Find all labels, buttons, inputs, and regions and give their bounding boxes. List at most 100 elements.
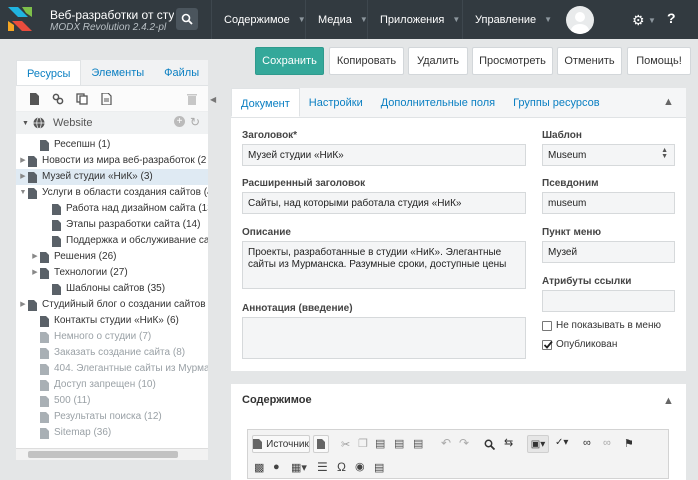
tree-node[interactable]: Этапы разработки сайта (14) — [16, 217, 208, 233]
replace-icon[interactable]: ⇆ — [504, 436, 515, 449]
paste-icon[interactable]: ▤ — [375, 437, 386, 450]
image-icon[interactable]: ▩ — [254, 461, 265, 474]
view-button[interactable]: Просмотреть — [472, 47, 553, 75]
longtitle-input[interactable]: Сайты, над которыми работала студия «НиК… — [242, 192, 526, 214]
flash-icon[interactable]: ● — [273, 461, 284, 473]
cut-icon[interactable]: ✂ — [341, 438, 352, 451]
menu-content[interactable]: Содержимое ▼ — [211, 0, 306, 39]
modx-logo-icon[interactable] — [6, 5, 34, 33]
tree-node-label: Доступ запрещен (10) — [54, 379, 156, 390]
iframe-globe-icon[interactable]: ◉ — [355, 460, 366, 473]
tree-node[interactable]: 500 (11) — [16, 393, 208, 409]
refresh-icon[interactable]: ↻ — [190, 115, 200, 129]
collapsed-arrow-icon[interactable]: ▶ — [30, 265, 40, 281]
tree-node-label: 500 (11) — [54, 395, 91, 406]
collapse-icon[interactable]: ▲ — [663, 395, 674, 407]
copy-button[interactable]: Копировать — [329, 47, 404, 75]
tree-node[interactable]: Шаблоны сайтов (35) — [16, 281, 208, 297]
context-website[interactable]: ▼ Website + ↻ — [16, 112, 208, 134]
site-title[interactable]: Веб-разработки от студи... — [50, 8, 174, 22]
tree-node[interactable]: Результаты поиска (12) — [16, 409, 208, 425]
menu-media[interactable]: Медиа ▼ — [305, 0, 368, 39]
unlink-icon[interactable]: ∞ — [603, 437, 614, 449]
tree-node[interactable]: Немного о студии (7) — [16, 329, 208, 345]
tab-files[interactable]: Файлы — [154, 60, 209, 85]
tab-settings[interactable]: Настройки — [300, 88, 372, 117]
tree-node[interactable]: ▶ Музей студии «НиК» (3) — [16, 169, 208, 185]
expanded-arrow-icon[interactable]: ▼ — [18, 185, 28, 201]
tab-resource-groups[interactable]: Группы ресурсов — [504, 88, 609, 117]
editor-toolbar: Источник ✂ ❐ ▤ ▤ ▤ ↶ ↷ ⇆ ▣▾ ✓▾ ∞ ∞ ⚑ ▩ ●… — [247, 429, 669, 479]
tree-node[interactable]: ▶ Решения (26) — [16, 249, 208, 265]
file-icon[interactable] — [100, 92, 112, 105]
source-button[interactable]: Источник — [252, 435, 310, 453]
link-icon[interactable]: ∞ — [583, 437, 594, 449]
add-icon[interactable]: + — [174, 116, 185, 127]
horizontal-line-icon[interactable]: ☰ — [317, 460, 328, 474]
published-checkbox[interactable]: Опубликован — [542, 339, 617, 350]
tree-node-label: Работа над дизайном сайта (13) — [66, 203, 208, 214]
page-icon-button[interactable] — [313, 435, 329, 453]
redo-icon[interactable]: ↷ — [459, 436, 470, 450]
title-input[interactable]: Музей студии «НиК» — [242, 144, 526, 166]
select-all-button[interactable]: ▣▾ — [527, 435, 549, 453]
collapsed-arrow-icon[interactable]: ▶ — [18, 297, 28, 313]
tree-node[interactable]: Ресепшн (1) — [16, 137, 208, 153]
hide-menu-checkbox[interactable]: Не показывать в меню — [542, 320, 661, 331]
copy-icon[interactable] — [76, 92, 88, 105]
tree-scrollbar[interactable] — [16, 448, 208, 460]
link-attributes-input[interactable] — [542, 290, 675, 312]
tab-document[interactable]: Документ — [231, 88, 300, 117]
anchor-flag-icon[interactable]: ⚑ — [624, 437, 635, 450]
introtext-input[interactable] — [242, 317, 526, 359]
caret-down-icon[interactable]: ▼ — [648, 16, 656, 25]
template-select[interactable]: Museum ▲ ▼ — [542, 144, 675, 166]
tree-node[interactable]: 404. Элегантные сайты из Мурманс — [16, 361, 208, 377]
help-icon[interactable]: ? — [667, 10, 676, 26]
tree-node[interactable]: Контакты студии «НиК» (6) — [16, 313, 208, 329]
tree-node[interactable]: ▶ Новости из мира веб-разработок (2 — [16, 153, 208, 169]
description-input[interactable]: Проекты, разработанные в студии «НиК». Э… — [242, 241, 526, 289]
scroll-thumb[interactable] — [28, 451, 178, 458]
tree-node[interactable]: Заказать создание сайта (8) — [16, 345, 208, 361]
spellcheck-icon[interactable]: ✓▾ — [555, 437, 568, 448]
find-icon[interactable] — [484, 439, 495, 450]
paste-word-icon[interactable]: ▤ — [413, 437, 424, 450]
delete-button[interactable]: Удалить — [408, 47, 468, 75]
new-document-icon[interactable] — [28, 92, 40, 105]
collapsed-arrow-icon[interactable]: ▶ — [30, 249, 40, 265]
page-break-icon[interactable]: ▤ — [374, 461, 385, 474]
tree-node[interactable]: Доступ запрещен (10) — [16, 377, 208, 393]
tree-node[interactable]: Поддержка и обслуживание сайт — [16, 233, 208, 249]
tree-node[interactable]: ▶ Технологии (27) — [16, 265, 208, 281]
paste-text-icon[interactable]: ▤ — [394, 437, 405, 450]
collapse-left-icon[interactable]: ◀ — [210, 95, 216, 104]
link-icon[interactable] — [52, 93, 64, 105]
tab-elements[interactable]: Элементы — [81, 60, 154, 85]
copy-icon[interactable]: ❐ — [358, 437, 369, 450]
table-icon[interactable]: ▦▾ — [291, 461, 307, 474]
tab-tvs[interactable]: Дополнительные поля — [372, 88, 504, 117]
cancel-button[interactable]: Отменить — [557, 47, 622, 75]
trash-icon[interactable] — [186, 93, 198, 105]
collapse-icon[interactable]: ▲ — [663, 96, 674, 108]
save-button[interactable]: Сохранить — [255, 47, 324, 75]
undo-icon[interactable]: ↶ — [441, 436, 452, 450]
collapsed-arrow-icon[interactable]: ▶ — [18, 153, 28, 169]
tree-node-label: Немного о студии (7) — [54, 331, 152, 342]
tree-node[interactable]: ▼ Услуги в области создания сайтов (4 — [16, 185, 208, 201]
help-button[interactable]: Помощь! — [627, 47, 691, 75]
tree-node[interactable]: Работа над дизайном сайта (13) — [16, 201, 208, 217]
gear-icon[interactable]: ⚙ — [632, 12, 645, 29]
tree-node[interactable]: Sitemap (36) — [16, 425, 208, 441]
alias-input[interactable]: museum — [542, 192, 675, 214]
menutitle-input[interactable]: Музей — [542, 241, 675, 263]
tab-resources[interactable]: Ресурсы — [16, 60, 82, 85]
special-char-icon[interactable]: Ω — [337, 460, 348, 474]
collapsed-arrow-icon[interactable]: ▶ — [18, 169, 28, 185]
menu-manage[interactable]: Управление ▼ — [462, 0, 552, 39]
search-button[interactable] — [176, 8, 198, 30]
menu-apps[interactable]: Приложения ▼ — [367, 0, 462, 39]
tree-node[interactable]: ▶ Студийный блог о создании сайтов — [16, 297, 208, 313]
user-avatar[interactable] — [566, 6, 594, 34]
